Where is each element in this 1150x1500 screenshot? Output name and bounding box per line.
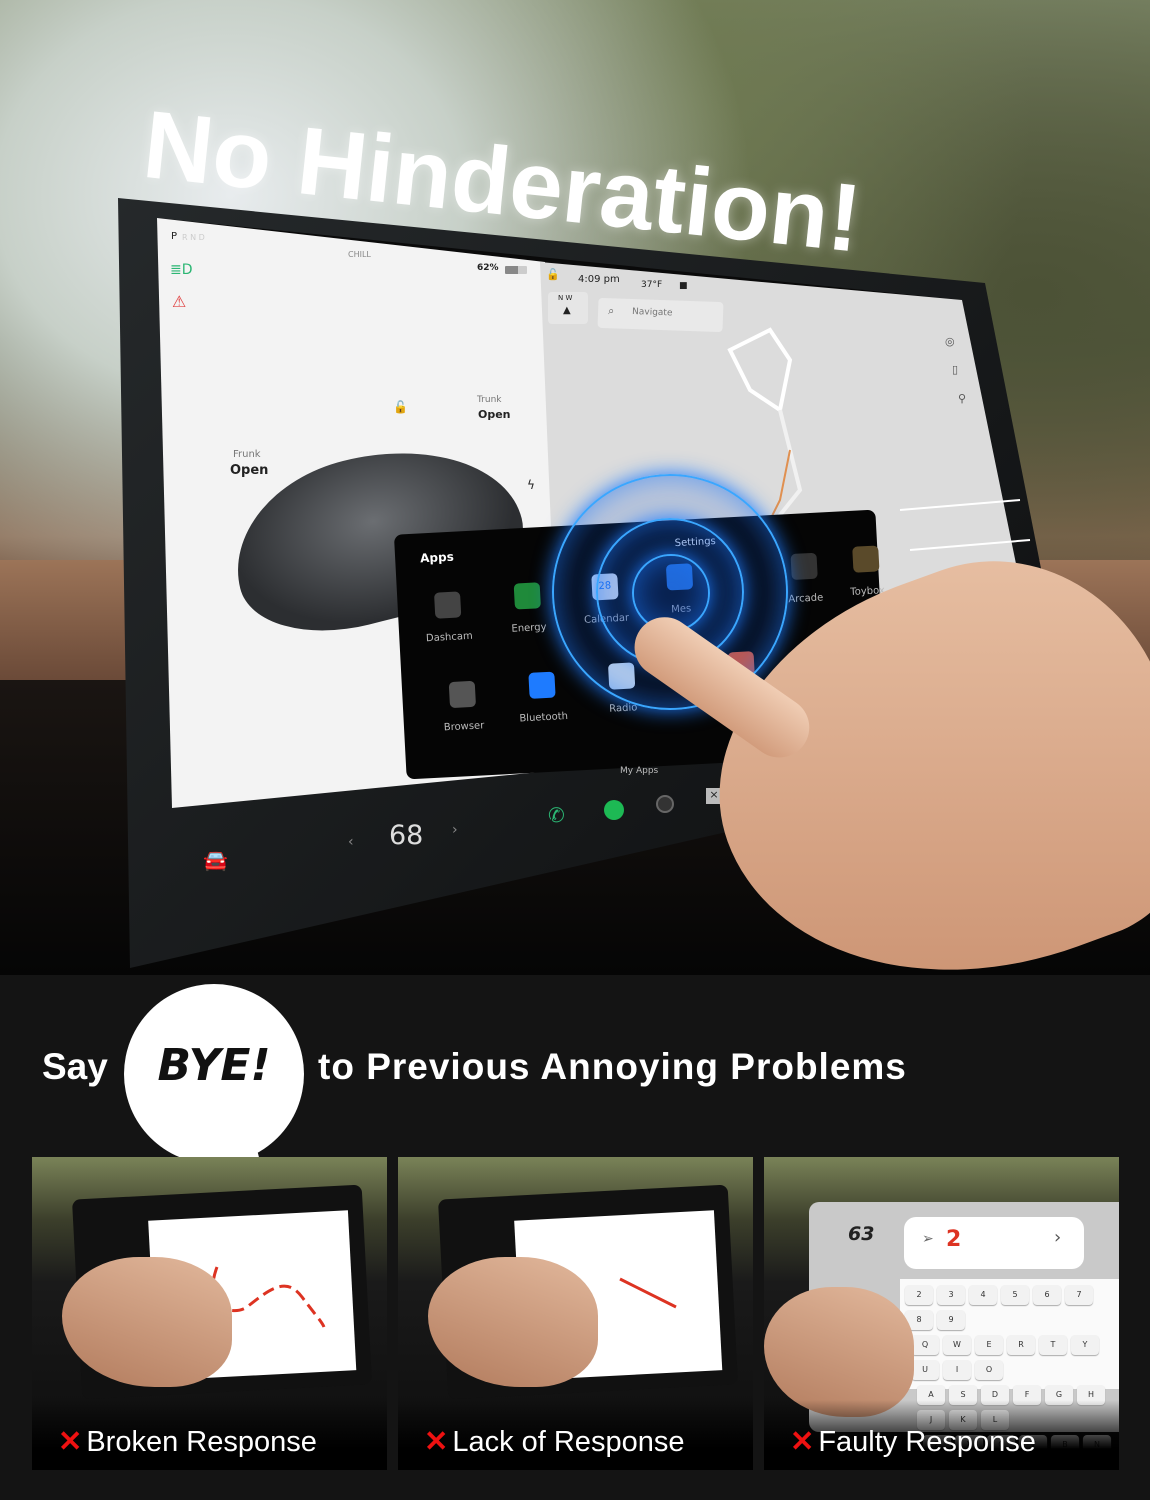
app-browser[interactable]: Browser: [422, 679, 505, 734]
key[interactable]: 2: [905, 1285, 933, 1305]
trunk-label: Trunk: [477, 395, 502, 405]
typed-text: 2: [946, 1227, 962, 1252]
unlock-icon[interactable]: 🔓: [393, 400, 408, 414]
keyboard-row: Q W E R T Y U I O: [903, 1332, 1119, 1382]
frunk-label: Frunk: [233, 449, 261, 460]
keyboard-row: 2 3 4 5 6 78 9: [903, 1282, 1119, 1332]
temp-down-button[interactable]: ‹: [348, 834, 354, 850]
spotify-app-icon[interactable]: [604, 800, 624, 820]
clock: 4:09 pm: [578, 274, 620, 285]
navigate-arrow-icon: ➢: [922, 1231, 934, 1247]
app-bluetooth[interactable]: Bluetooth: [501, 670, 584, 725]
panel-label-text: Broken Response: [86, 1426, 317, 1458]
error-x-icon: ✕: [790, 1426, 815, 1458]
key[interactable]: Y: [1071, 1335, 1099, 1355]
panel-label: ✕ Faulty Response: [764, 1400, 1119, 1470]
panel-label-text: Lack of Response: [452, 1426, 685, 1458]
energy-icon: [513, 582, 541, 610]
key[interactable]: 7: [1065, 1285, 1093, 1305]
panel-label-text: Faulty Response: [818, 1426, 1036, 1458]
temp-up-button[interactable]: ›: [452, 822, 458, 838]
on-screen-keyboard: 23456789QWERTYUIOASDFGHJKLZXCVBNM: [900, 1279, 1119, 1470]
app-label: Browser: [443, 720, 485, 734]
browser-icon: [448, 680, 477, 709]
error-x-icon: ✕: [58, 1426, 83, 1458]
key[interactable]: W: [943, 1335, 971, 1355]
trunk-status[interactable]: Open: [478, 408, 511, 421]
charge-port-icon[interactable]: ϟ: [527, 478, 535, 492]
frunk-status[interactable]: Open: [230, 463, 268, 478]
key[interactable]: I: [943, 1360, 971, 1380]
key[interactable]: E: [975, 1335, 1003, 1355]
apps-title: Apps: [419, 549, 455, 566]
panel-faulty-response: 63 ➢ 2 › 23456789QWERTYUIOASDFGHJKLZXCVB…: [764, 1157, 1119, 1470]
key[interactable]: 6: [1033, 1285, 1061, 1305]
app-label: Bluetooth: [519, 710, 569, 725]
app-label: Dashcam: [425, 630, 474, 645]
key[interactable]: 4: [969, 1285, 997, 1305]
nav-input[interactable]: ➢ 2 ›: [904, 1217, 1084, 1269]
toybox-icon: [852, 545, 880, 573]
key[interactable]: 5: [1001, 1285, 1029, 1305]
dashcam-icon: [434, 591, 462, 619]
battery-percent: 62%: [477, 263, 499, 273]
section-title: to Previous Annoying Problems: [318, 1046, 907, 1087]
panel-label: ✕ Broken Response: [32, 1400, 387, 1470]
seatbelt-icon: ⚠: [172, 292, 187, 311]
cabin-temperature: 68: [389, 820, 424, 851]
error-x-icon: ✕: [424, 1426, 449, 1458]
panel-broken-response: ✕ Broken Response: [32, 1157, 387, 1470]
bye-text: BYE!: [157, 1040, 271, 1091]
panel-label: ✕ Lack of Response: [398, 1400, 753, 1470]
key[interactable]: Q: [911, 1335, 939, 1355]
panel-lack-of-response: ✕ Lack of Response: [398, 1157, 753, 1470]
key[interactable]: 3: [937, 1285, 965, 1305]
say-text: Say: [42, 1046, 108, 1087]
bluetooth-icon: [528, 671, 556, 699]
key[interactable]: 9: [937, 1310, 965, 1330]
hand-image: [764, 1287, 914, 1417]
arcade-icon: [790, 552, 818, 581]
gear-others: R N D: [182, 233, 205, 242]
battery-icon: [505, 266, 527, 274]
car-icon[interactable]: 🚘: [203, 848, 228, 872]
headlight-icon: ≣D: [170, 262, 193, 278]
gear-selected: P: [171, 231, 178, 242]
lock-icon[interactable]: 🔓: [546, 268, 560, 281]
my-apps-label: My Apps: [620, 766, 659, 776]
drive-mode: CHILL: [348, 250, 371, 259]
key[interactable]: T: [1039, 1335, 1067, 1355]
key[interactable]: O: [975, 1360, 1003, 1380]
dashcam-app-icon[interactable]: [656, 795, 674, 813]
chevron-right-icon[interactable]: ›: [1054, 1227, 1061, 1248]
key[interactable]: U: [911, 1360, 939, 1380]
phone-app-icon[interactable]: ✆: [548, 803, 565, 827]
app-dashcam[interactable]: Dashcam: [407, 590, 490, 645]
temperature: 37°F: [641, 280, 663, 290]
key[interactable]: R: [1007, 1335, 1035, 1355]
speed-readout: 63: [848, 1223, 875, 1245]
